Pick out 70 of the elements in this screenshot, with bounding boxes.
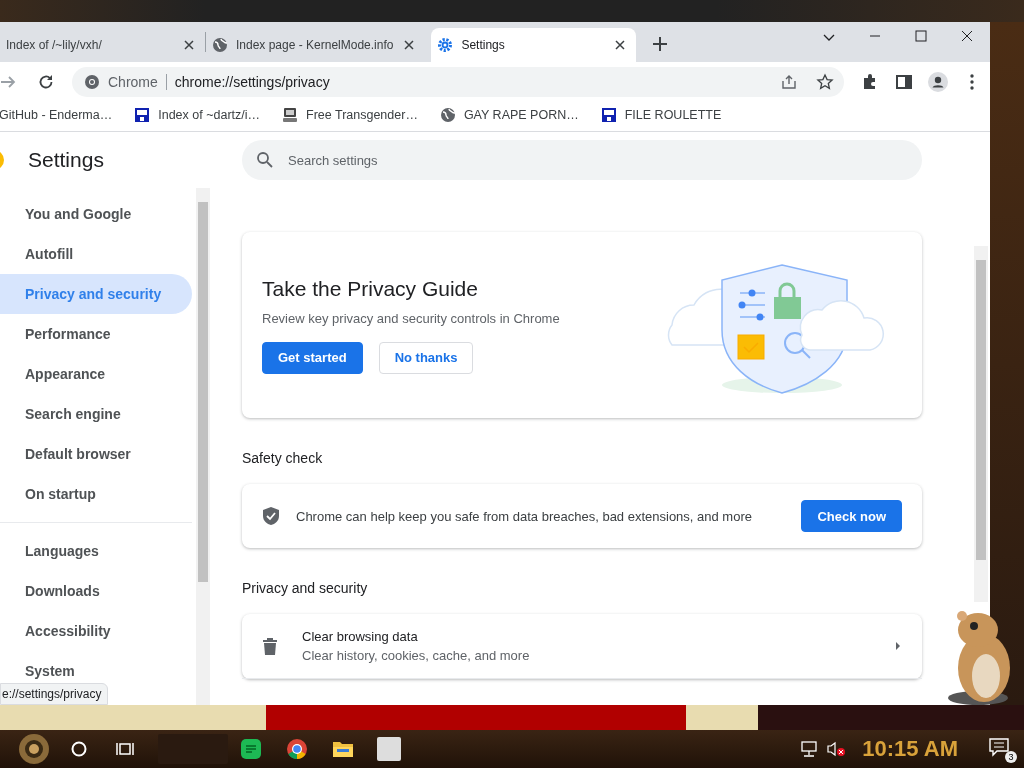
computer-icon [282, 107, 299, 123]
get-started-button[interactable]: Get started [262, 341, 363, 374]
nav-item[interactable]: Autofill [0, 234, 196, 274]
search-icon [256, 151, 274, 169]
bookmark[interactable]: FILE ROULETTE [600, 107, 722, 123]
site-label: Chrome [108, 74, 158, 90]
scrollbar[interactable] [196, 188, 210, 705]
nav-item[interactable]: Performance [0, 314, 196, 354]
nav-item[interactable]: Downloads [0, 571, 196, 611]
tab-title: Index page - KernelMode.info [236, 38, 394, 52]
clock[interactable]: 10:15 AM [862, 736, 958, 762]
browser-tab[interactable]: Settings [431, 28, 637, 62]
nav-item[interactable]: Appearance [0, 354, 196, 394]
section-heading: Safety check [242, 450, 324, 466]
share-icon[interactable] [780, 73, 798, 91]
nav-item[interactable]: Default browser [0, 434, 196, 474]
search-placeholder: Search settings [288, 152, 378, 168]
side-panel-icon[interactable] [894, 72, 914, 92]
row-title: Clear browsing data [302, 629, 419, 644]
section-heading: Privacy and security [242, 580, 369, 596]
nav-item[interactable]: You and Google [0, 194, 196, 234]
nav-item[interactable]: Accessibility [0, 611, 196, 651]
card-description: Review key privacy and security controls in Chrome [262, 310, 560, 326]
notification-icon[interactable] [988, 737, 1010, 757]
muted-speaker-icon[interactable] [826, 741, 847, 757]
browser-tab[interactable]: Index page - KernelMode.info [206, 28, 426, 62]
folder-icon[interactable] [332, 740, 354, 758]
chat-app-icon[interactable] [241, 739, 261, 759]
globe-icon [439, 107, 456, 123]
tab-title: Index of /~lily/vxh/ [6, 38, 103, 52]
bookmark[interactable]: GitHub - Enderma… [0, 108, 113, 122]
nav-item[interactable]: Languages [0, 531, 196, 571]
scrollbar-thumb[interactable] [198, 202, 208, 582]
chrome-logo-icon [84, 74, 100, 90]
shield-check-icon [262, 506, 280, 526]
close-icon[interactable] [961, 30, 973, 42]
card-title: Take the Privacy Guide [262, 276, 479, 301]
bookmark[interactable]: Index of ~dartz/i… [134, 107, 261, 123]
check-now-button[interactable]: Check now [801, 500, 902, 532]
url-text: chrome://settings/privacy [174, 74, 331, 90]
chrome-logo-icon[interactable] [286, 738, 308, 760]
dismiss-button[interactable]: No thanks [378, 341, 474, 374]
search-field[interactable]: Search settings [242, 140, 922, 180]
tile-icon [134, 107, 151, 123]
tab-title: Settings [461, 38, 506, 52]
scrollbar-thumb[interactable] [976, 260, 986, 560]
safety-check-text: Chrome can help keep you safe from data breaches, bad extensions, and more [296, 508, 753, 524]
maximize-icon[interactable] [915, 30, 927, 42]
notification-count: 3 [1005, 751, 1017, 763]
network-icon[interactable] [800, 741, 819, 757]
status-url-tooltip: e://settings/privacy [0, 683, 109, 705]
nav-item[interactable]: Search engine [0, 394, 196, 434]
settings-row[interactable]: Clear browsing data Clear history, cookies, cache, and more [242, 614, 922, 679]
scrollbar[interactable] [974, 246, 988, 602]
bookmark[interactable]: GAY RAPE PORN… [439, 107, 579, 123]
gear-icon [437, 37, 454, 53]
task-view-icon[interactable] [116, 741, 134, 757]
bookmark[interactable]: Free Transgender… [282, 107, 418, 123]
circle-icon[interactable] [71, 741, 87, 757]
nav-item[interactable]: On startup [0, 474, 196, 514]
chevron-right-icon [894, 641, 902, 651]
address-bar[interactable]: Chrome chrome://settings/privacy [72, 67, 844, 97]
globe-icon [212, 37, 228, 53]
row-subtitle: Clear history, cookies, cache, and more [302, 648, 531, 663]
trash-icon [262, 637, 278, 655]
page-title: Settings [28, 148, 104, 172]
browser-tab[interactable]: Index of /~lily/vxh/ [0, 28, 205, 62]
profile-avatar-icon[interactable] [928, 72, 948, 92]
tile-icon [600, 107, 617, 123]
star-icon[interactable] [816, 73, 834, 91]
